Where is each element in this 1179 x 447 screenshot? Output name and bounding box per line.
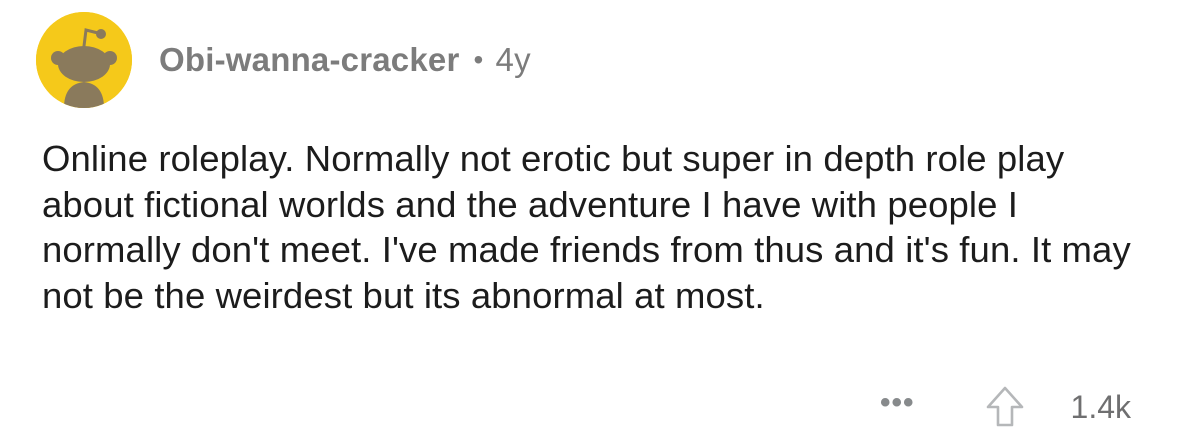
more-options-button[interactable]: ••• [880, 388, 915, 426]
snoo-avatar-icon[interactable] [36, 12, 132, 108]
meta-separator: • [473, 44, 484, 75]
comment-age[interactable]: 4y [496, 41, 531, 79]
comment-card: Obi-wanna-cracker • 4y Online roleplay. … [0, 0, 1179, 447]
vote-score: 1.4k [1070, 388, 1131, 425]
comment-header: Obi-wanna-cracker • 4y [36, 12, 531, 108]
upvote-arrow-icon[interactable] [985, 386, 1025, 428]
comment-body: Online roleplay. Normally not erotic but… [42, 138, 1131, 316]
comment-actions: ••• 1.4k [880, 382, 1131, 432]
comment-meta: Obi-wanna-cracker • 4y [159, 41, 531, 79]
author-username[interactable]: Obi-wanna-cracker [159, 41, 460, 79]
